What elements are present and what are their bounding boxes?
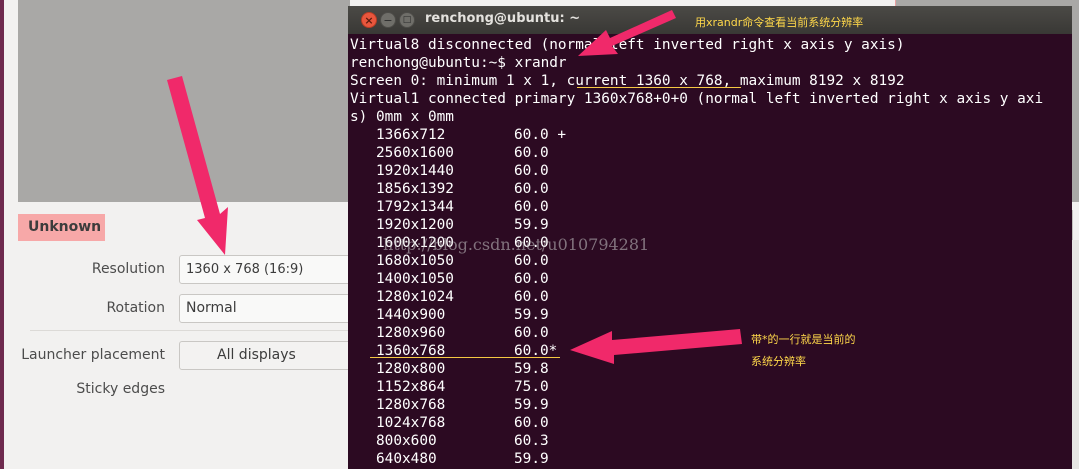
mode-resolution: 1920x1200 — [376, 217, 454, 233]
watermark: http://blog.csdn.net/u010794281 — [383, 235, 650, 254]
section-divider — [30, 330, 350, 331]
mode-refresh-rate: 60.0 — [514, 289, 549, 305]
resolution-dropdown[interactable]: 1360 x 768 (16:9) — [179, 255, 351, 284]
mode-row: 1680x1050 60.0 — [350, 252, 1072, 270]
terminal-line: Virtual8 disconnected (normal left inver… — [350, 37, 905, 53]
rotation-label: Rotation — [106, 300, 165, 316]
mode-row: 1024x768 60.0 — [350, 414, 1072, 432]
mode-refresh-rate: 60.0 — [514, 271, 549, 287]
mode-resolution: 1280x960 — [376, 325, 446, 341]
mode-resolution: 1024x768 — [376, 415, 446, 431]
mode-refresh-rate: 60.0 — [514, 163, 549, 179]
rotation-dropdown[interactable]: Normal — [179, 294, 351, 323]
current-resolution-underline — [577, 87, 741, 88]
sticky-edges-label: Sticky edges — [76, 381, 165, 397]
mode-row: 2560x1600 60.0 — [350, 144, 1072, 162]
monitor-name-badge: Unknown — [18, 214, 105, 241]
mode-refresh-rate: 60.0 — [514, 145, 549, 161]
terminal-line: s) 0mm x 0mm — [350, 109, 454, 125]
mode-row: 1280x768 59.9 — [350, 396, 1072, 414]
mode-resolution: 1366x712 — [376, 127, 446, 143]
terminal-title: renchong@ubuntu: ~ — [425, 11, 581, 26]
mode-refresh-rate: 59.9 — [514, 217, 549, 233]
mode-row: 1152x864 75.0 — [350, 378, 1072, 396]
mode-row: 1920x1440 60.0 — [350, 162, 1072, 180]
mode-refresh-rate: 60.0 — [514, 181, 549, 197]
mode-resolution: 1400x1050 — [376, 271, 454, 287]
mode-resolution: 1856x1392 — [376, 181, 454, 197]
launcher-placement-dropdown[interactable]: All displays — [179, 341, 351, 370]
mode-refresh-rate: 60.0 + — [514, 127, 566, 143]
mode-resolution: 2560x1600 — [376, 145, 454, 161]
resolution-label: Resolution — [91, 261, 165, 277]
annotation-top-note: 用xrandr命令查看当前系统分辨率 — [695, 16, 864, 29]
mode-refresh-rate: 60.0 — [514, 325, 549, 341]
xrandr-modes-list: 1366x712 60.0 + 2560x1600 60.0 1920x1440 60.0… — [350, 126, 1072, 468]
mode-resolution: 800x600 — [376, 433, 437, 449]
mode-row: 1280x1024 60.0 — [350, 288, 1072, 306]
window-edge — [0, 0, 4, 469]
annotation-right-note: 带*的一行就是当前的 — [751, 333, 856, 346]
mode-resolution: 1920x1440 — [376, 163, 454, 179]
mode-row: 1856x1392 60.0 — [350, 180, 1072, 198]
close-button[interactable]: × — [361, 12, 377, 28]
terminal-line: Virtual1 connected primary 1360x768+0+0 … — [350, 91, 1044, 107]
monitor-preview[interactable] — [18, 0, 350, 202]
mode-resolution: 640x480 — [376, 451, 437, 467]
mode-refresh-rate: 59.9 — [514, 397, 549, 413]
mode-row: 1366x712 60.0 + — [350, 126, 1072, 144]
mode-resolution: 1440x900 — [376, 307, 446, 323]
mode-refresh-rate: 59.8 — [514, 361, 549, 377]
mode-refresh-rate: 75.0 — [514, 379, 549, 395]
mode-row: 800x600 60.3 — [350, 432, 1072, 450]
mode-refresh-rate: 59.9 — [514, 451, 549, 467]
mode-refresh-rate: 60.0 — [514, 253, 549, 269]
mode-refresh-rate: 59.9 — [514, 307, 549, 323]
terminal-line: renchong@ubuntu:~$ xrandr — [350, 55, 567, 71]
mode-row: 1280x800 59.8 — [350, 360, 1072, 378]
mode-resolution: 1280x800 — [376, 361, 446, 377]
mode-row: 1920x1200 59.9 — [350, 216, 1072, 234]
mode-resolution: 1152x864 — [376, 379, 446, 395]
mode-row: 640x480 59.9 — [350, 450, 1072, 468]
mode-resolution: 1280x1024 — [376, 289, 454, 305]
mode-refresh-rate: 60.0 — [514, 199, 549, 215]
mode-resolution: 1792x1344 — [376, 199, 454, 215]
maximize-button[interactable]: □ — [399, 12, 415, 28]
mode-row: 1792x1344 60.0 — [350, 198, 1072, 216]
mode-resolution: 1680x1050 — [376, 253, 454, 269]
minimize-button[interactable]: − — [380, 12, 396, 28]
mode-refresh-rate: 60.3 — [514, 433, 549, 449]
annotation-right-note-2: 系统分辨率 — [751, 355, 806, 368]
launcher-placement-label: Launcher placement — [21, 347, 165, 363]
mode-resolution: 1280x768 — [376, 397, 446, 413]
mode-refresh-rate: 60.0 — [514, 415, 549, 431]
mode-row: 1280x960 60.0 — [350, 324, 1072, 342]
mode-row: 1400x1050 60.0 — [350, 270, 1072, 288]
current-mode-underline — [370, 357, 560, 358]
mode-row: 1440x900 59.9 — [350, 306, 1072, 324]
